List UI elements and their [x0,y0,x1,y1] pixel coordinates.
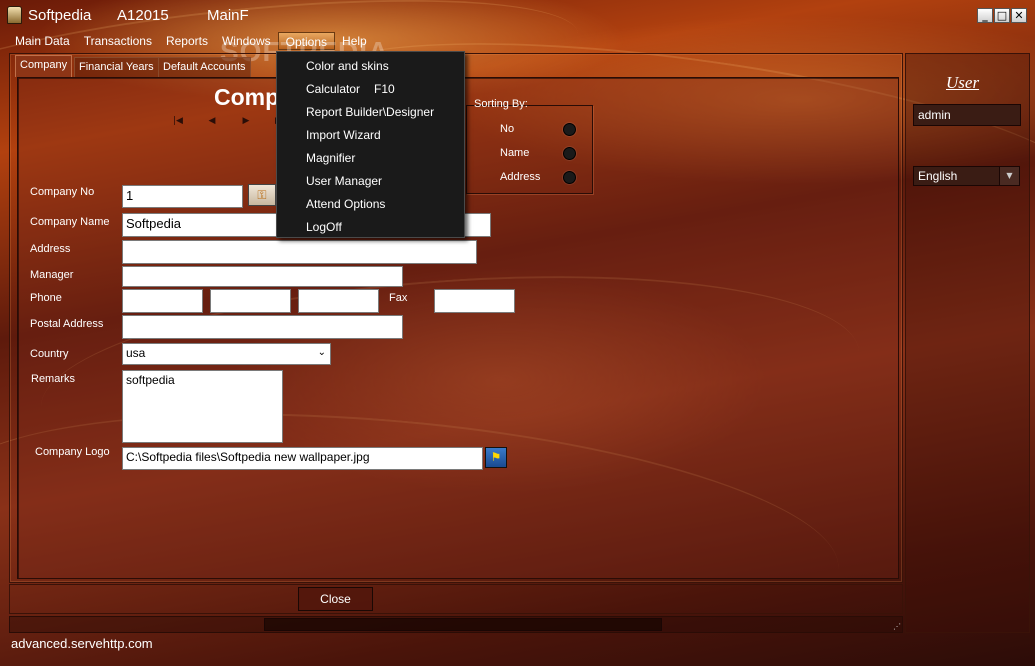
manager-input[interactable] [122,266,403,287]
company-no-label: Company No [30,186,95,198]
close-button[interactable]: Close [298,587,373,611]
user-side-panel [905,53,1030,633]
postal-address-label: Postal Address [30,318,104,330]
user-heading: User [946,73,980,92]
menu-main-data[interactable]: Main Data [8,32,77,50]
menu-item-report-builder[interactable]: Report Builder\Designer [306,105,434,119]
tab-default-accounts[interactable]: Default Accounts [158,57,251,77]
bottom-panel [9,584,903,614]
browse-logo-button[interactable]: ⚑ [485,447,507,468]
remarks-textarea[interactable]: softpedia [122,370,283,443]
sort-name-radio[interactable] [563,147,576,160]
phone-input-1[interactable] [122,289,203,313]
calculator-shortcut: F10 [374,82,395,96]
menu-transactions[interactable]: Transactions [77,32,159,50]
minimize-button[interactable]: _ [977,8,993,23]
sort-no-label: No [500,123,515,135]
status-url: advanced.servehttp.com [11,636,153,651]
sort-address-label: Address [500,171,541,183]
fax-input[interactable] [434,289,515,313]
user-name-field[interactable]: admin [913,104,1021,126]
address-label: Address [30,243,71,255]
country-label: Country [30,348,69,360]
window-title-app: Softpedia [28,7,92,24]
window-title-form: MainF [207,7,249,24]
page-heading: Comp [214,84,280,110]
remarks-label: Remarks [31,373,76,385]
options-dropdown-menu: Color and skins Calculator F10 Report Bu… [276,51,465,238]
language-dropdown-arrow-icon[interactable]: ▼ [999,167,1019,185]
phone-input-3[interactable] [298,289,379,313]
record-navigator: |◀ ◀ ▶ ▶| [170,116,288,126]
phone-label: Phone [30,292,62,304]
company-name-label: Company Name [30,216,110,228]
menu-item-user-manager[interactable]: User Manager [306,174,382,188]
horizontal-scrollbar[interactable] [9,616,903,633]
resize-grip-icon[interactable]: ⋰ [893,622,901,631]
manager-label: Manager [30,269,74,281]
prev-record-icon[interactable]: ◀ [204,116,220,126]
window-title-code: A12015 [117,7,169,24]
menu-item-calculator[interactable]: Calculator [306,82,360,96]
menu-reports[interactable]: Reports [159,32,215,50]
sort-no-radio[interactable] [563,123,576,136]
postal-address-input[interactable] [122,315,403,339]
menu-item-color-and-skins[interactable]: Color and skins [306,59,389,73]
key-icon: ⚿ [257,188,267,202]
running-figure-icon: ⚑ [490,450,502,464]
company-logo-label: Company Logo [35,446,110,458]
menu-item-magnifier[interactable]: Magnifier [306,151,355,165]
app-icon [7,6,22,24]
sorting-title: Sorting By: [474,98,528,110]
chevron-down-icon: ⌄ [317,347,326,358]
tab-company[interactable]: Company [15,55,73,77]
maximize-button[interactable]: □ [994,8,1010,23]
first-record-icon[interactable]: |◀ [170,116,186,126]
company-no-input[interactable]: 1 [122,185,243,208]
title-bar: Softpedia A12015 MainF _ □ ✕ [0,0,1035,32]
address-input[interactable] [122,240,477,264]
menu-item-import-wizard[interactable]: Import Wizard [306,128,381,142]
country-value: usa [126,346,146,360]
country-select[interactable]: usa ⌄ [122,343,331,365]
phone-input-2[interactable] [210,289,291,313]
key-lookup-button[interactable]: ⚿ [248,184,276,206]
fax-label: Fax [389,292,408,304]
scrollbar-thumb[interactable] [264,618,662,631]
close-window-button[interactable]: ✕ [1011,8,1027,23]
sort-address-radio[interactable] [563,171,576,184]
menu-item-logoff[interactable]: LogOff [306,220,342,234]
tab-financial-years[interactable]: Financial Years [74,57,159,77]
company-logo-input[interactable]: C:\Softpedia files\Softpedia new wallpap… [122,447,483,470]
language-value: English [918,169,958,183]
next-record-icon[interactable]: ▶ [238,116,254,126]
sort-name-label: Name [500,147,530,159]
menu-item-attend-options[interactable]: Attend Options [306,197,385,211]
